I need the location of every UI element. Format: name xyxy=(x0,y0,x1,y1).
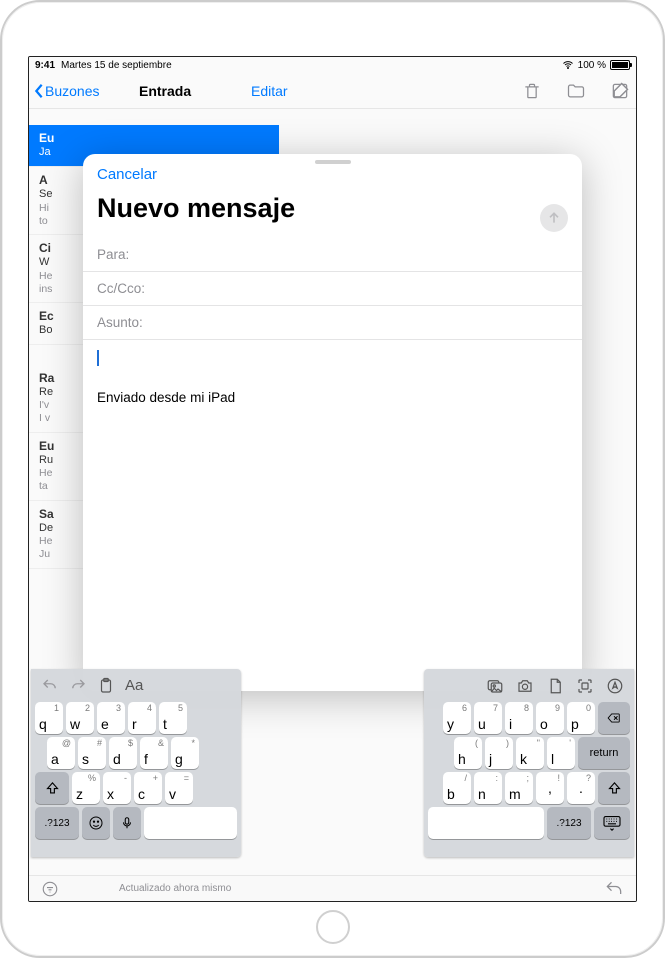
backspace-icon xyxy=(605,711,623,725)
key-b[interactable]: /b xyxy=(443,772,471,804)
key-v[interactable]: =v xyxy=(165,772,193,804)
status-time: 9:41 xyxy=(35,60,55,71)
compose-body[interactable]: Enviado desde mi iPad xyxy=(83,340,582,415)
emoji-icon xyxy=(88,815,104,831)
inbox-title: Entrada xyxy=(139,83,191,99)
key-c[interactable]: +c xyxy=(134,772,162,804)
redo-icon[interactable] xyxy=(69,677,87,695)
key-l[interactable]: 'l xyxy=(547,737,575,769)
shift-icon xyxy=(45,781,60,796)
cancel-button[interactable]: Cancelar xyxy=(97,166,568,183)
key-m[interactable]: ;m xyxy=(505,772,533,804)
key-t[interactable]: 5t xyxy=(159,702,187,734)
folder-icon[interactable] xyxy=(566,81,586,101)
keyboard-icon xyxy=(602,815,622,831)
key-a[interactable]: @a xyxy=(47,737,75,769)
keyboard-left-half: Aa 1q 2w 3e 4r 5t @a #s $d &f *g xyxy=(31,669,241,857)
sheet-grabber[interactable] xyxy=(315,160,351,164)
key-o[interactable]: 9o xyxy=(536,702,564,734)
key-s[interactable]: #s xyxy=(78,737,106,769)
space-key-right[interactable] xyxy=(428,807,544,839)
numeric-key[interactable]: .?123 xyxy=(35,807,79,839)
key-e[interactable]: 3e xyxy=(97,702,125,734)
key-x[interactable]: -x xyxy=(103,772,131,804)
key-p[interactable]: 0p xyxy=(567,702,595,734)
reply-icon[interactable] xyxy=(604,879,624,899)
markup-icon[interactable] xyxy=(606,677,624,695)
home-button[interactable] xyxy=(316,910,350,944)
compose-title: Nuevo mensaje xyxy=(97,193,568,224)
key-r[interactable]: 4r xyxy=(128,702,156,734)
status-battery-text: 100 % xyxy=(578,60,606,71)
hide-keyboard-key[interactable] xyxy=(594,807,630,839)
to-field[interactable]: Para: xyxy=(83,238,582,272)
scan-icon[interactable] xyxy=(576,677,594,695)
key-h[interactable]: (h xyxy=(454,737,482,769)
key-n[interactable]: :n xyxy=(474,772,502,804)
updated-label: Actualizado ahora mismo xyxy=(119,883,231,894)
key-comma[interactable]: !, xyxy=(536,772,564,804)
shift-icon xyxy=(607,781,622,796)
edit-button[interactable]: Editar xyxy=(251,83,288,99)
shift-key[interactable] xyxy=(35,772,69,804)
mic-icon xyxy=(120,816,134,830)
key-y[interactable]: 6y xyxy=(443,702,471,734)
compose-icon[interactable] xyxy=(610,81,630,101)
key-k[interactable]: "k xyxy=(516,737,544,769)
dictation-key[interactable] xyxy=(113,807,141,839)
mail-footer: Actualizado ahora mismo xyxy=(29,875,636,901)
chevron-left-icon xyxy=(33,83,45,99)
clipboard-icon[interactable] xyxy=(97,677,115,695)
signature: Enviado desde mi iPad xyxy=(97,390,568,405)
arrow-up-icon xyxy=(546,210,562,226)
text-cursor xyxy=(97,350,99,366)
space-key-left[interactable] xyxy=(144,807,237,839)
filter-icon[interactable] xyxy=(41,880,59,898)
cc-field[interactable]: Cc/Cco: xyxy=(83,272,582,306)
undo-icon[interactable] xyxy=(41,677,59,695)
screen: 9:41 Martes 15 de septiembre 100 % Buzon… xyxy=(28,56,637,902)
camera-icon[interactable] xyxy=(516,677,534,695)
keyboard-toolbar-left: Aa xyxy=(35,673,237,699)
wifi-icon xyxy=(562,59,574,71)
key-w[interactable]: 2w xyxy=(66,702,94,734)
to-label: Para: xyxy=(97,247,129,262)
mail-navbar: Buzones Entrada Editar xyxy=(29,73,636,109)
key-d[interactable]: $d xyxy=(109,737,137,769)
send-button[interactable] xyxy=(540,204,568,232)
subject-field[interactable]: Asunto: xyxy=(83,306,582,340)
key-j[interactable]: )j xyxy=(485,737,513,769)
keyboard-toolbar-right xyxy=(428,673,630,699)
battery-icon xyxy=(610,60,630,70)
ipad-frame: 9:41 Martes 15 de septiembre 100 % Buzon… xyxy=(0,0,665,958)
back-button[interactable]: Buzones xyxy=(33,83,99,99)
key-i[interactable]: 8i xyxy=(505,702,533,734)
subject-label: Asunto: xyxy=(97,315,143,330)
numeric-key-right[interactable]: .?123 xyxy=(547,807,591,839)
key-u[interactable]: 7u xyxy=(474,702,502,734)
key-g[interactable]: *g xyxy=(171,737,199,769)
key-f[interactable]: &f xyxy=(140,737,168,769)
format-button[interactable]: Aa xyxy=(125,677,143,695)
photos-icon[interactable] xyxy=(486,677,504,695)
backspace-key[interactable] xyxy=(598,702,630,734)
keyboard-right-half: 6y 7u 8i 9o 0p (h )j "k 'l return xyxy=(424,669,634,857)
status-date: Martes 15 de septiembre xyxy=(61,60,172,71)
status-bar: 9:41 Martes 15 de septiembre 100 % xyxy=(29,57,636,73)
cc-label: Cc/Cco: xyxy=(97,281,145,296)
emoji-key[interactable] xyxy=(82,807,110,839)
key-z[interactable]: %z xyxy=(72,772,100,804)
document-icon[interactable] xyxy=(546,677,564,695)
shift-key-right[interactable] xyxy=(598,772,630,804)
return-key[interactable]: return xyxy=(578,737,630,769)
key-q[interactable]: 1q xyxy=(35,702,63,734)
trash-icon[interactable] xyxy=(522,81,542,101)
mail-sender: Eu xyxy=(39,131,271,146)
compose-sheet: Cancelar Nuevo mensaje Para: Cc/Cco: Asu… xyxy=(83,154,582,691)
back-label: Buzones xyxy=(45,83,99,99)
key-period[interactable]: ?. xyxy=(567,772,595,804)
